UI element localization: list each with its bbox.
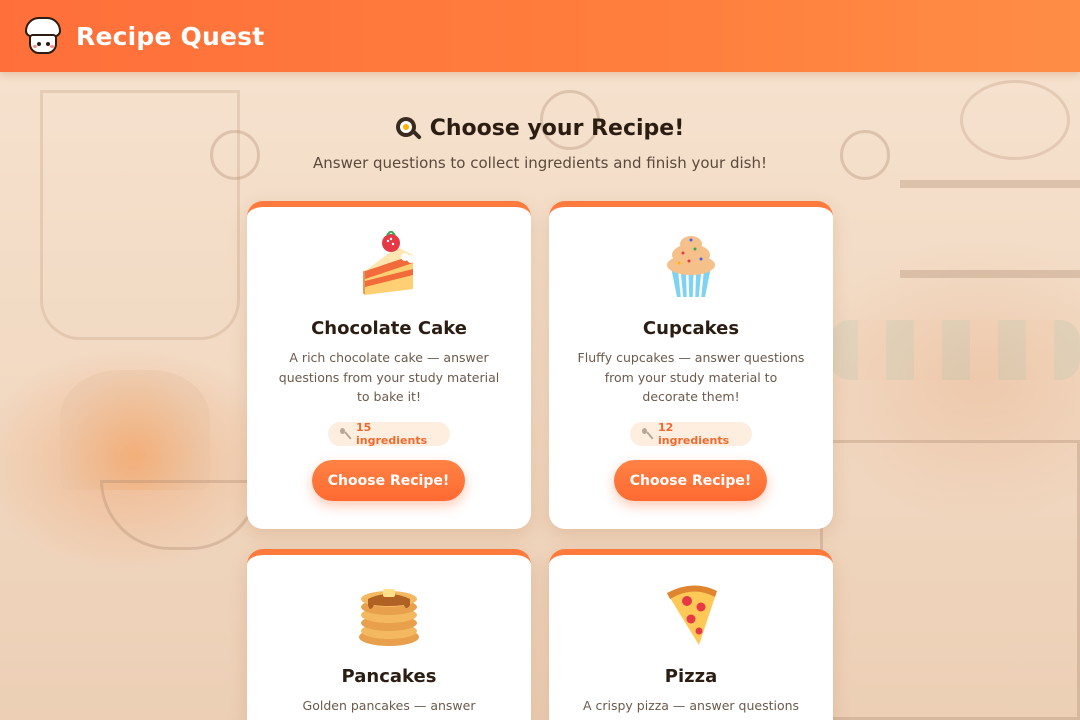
recipe-card-chocolate-cake: Chocolate Cake A rich chocolate cake — a…	[247, 201, 531, 529]
cupcake-icon	[549, 231, 833, 301]
pizza-slice-icon	[549, 579, 833, 649]
recipe-description: A rich chocolate cake — answer questions…	[278, 350, 500, 404]
page-heading: Choose your Recipe!	[0, 116, 1080, 141]
ingredients-badge: 15 ingredients	[328, 421, 450, 447]
ingredients-count: 15 ingredients	[356, 421, 428, 447]
ingredients-badge: 12 ingredients	[630, 421, 752, 447]
choose-recipe-button[interactable]: Choose Recipe!	[312, 460, 465, 501]
recipe-selection: Choose your Recipe! Answer questions to …	[0, 72, 1080, 720]
recipe-description: Golden pancakes — answer questions	[302, 698, 476, 720]
recipe-title: Pancakes	[341, 666, 437, 687]
page-subtitle: Answer questions to collect ingredients …	[313, 154, 767, 172]
recipe-description: A crispy pizza — answer questions from	[582, 698, 800, 720]
recipe-card-cupcakes: Cupcakes Fluffy cupcakes — answer questi…	[549, 201, 833, 529]
recipe-card-pancakes: Pancakes Golden pancakes — answer questi…	[247, 549, 531, 720]
app-title: Recipe Quest	[76, 21, 265, 51]
ingredients-count: 12 ingredients	[658, 421, 730, 447]
recipe-title: Cupcakes	[642, 318, 740, 339]
page-title: Choose your Recipe!	[429, 116, 685, 141]
recipe-description: Fluffy cupcakes — answer questions from …	[577, 350, 805, 404]
pancakes-icon	[247, 579, 531, 649]
spoon-icon	[339, 428, 350, 440]
chef-hat-logo-icon	[22, 15, 64, 57]
spoon-icon	[641, 428, 652, 440]
cake-slice-icon	[247, 231, 531, 301]
recipe-title: Pizza	[664, 666, 718, 687]
recipe-card-pizza: Pizza A crispy pizza — answer questions …	[549, 549, 833, 720]
choose-recipe-button[interactable]: Choose Recipe!	[614, 460, 767, 501]
frying-pan-icon	[395, 116, 422, 141]
app-header: Recipe Quest	[0, 0, 1080, 72]
recipe-title: Chocolate Cake	[311, 318, 467, 339]
